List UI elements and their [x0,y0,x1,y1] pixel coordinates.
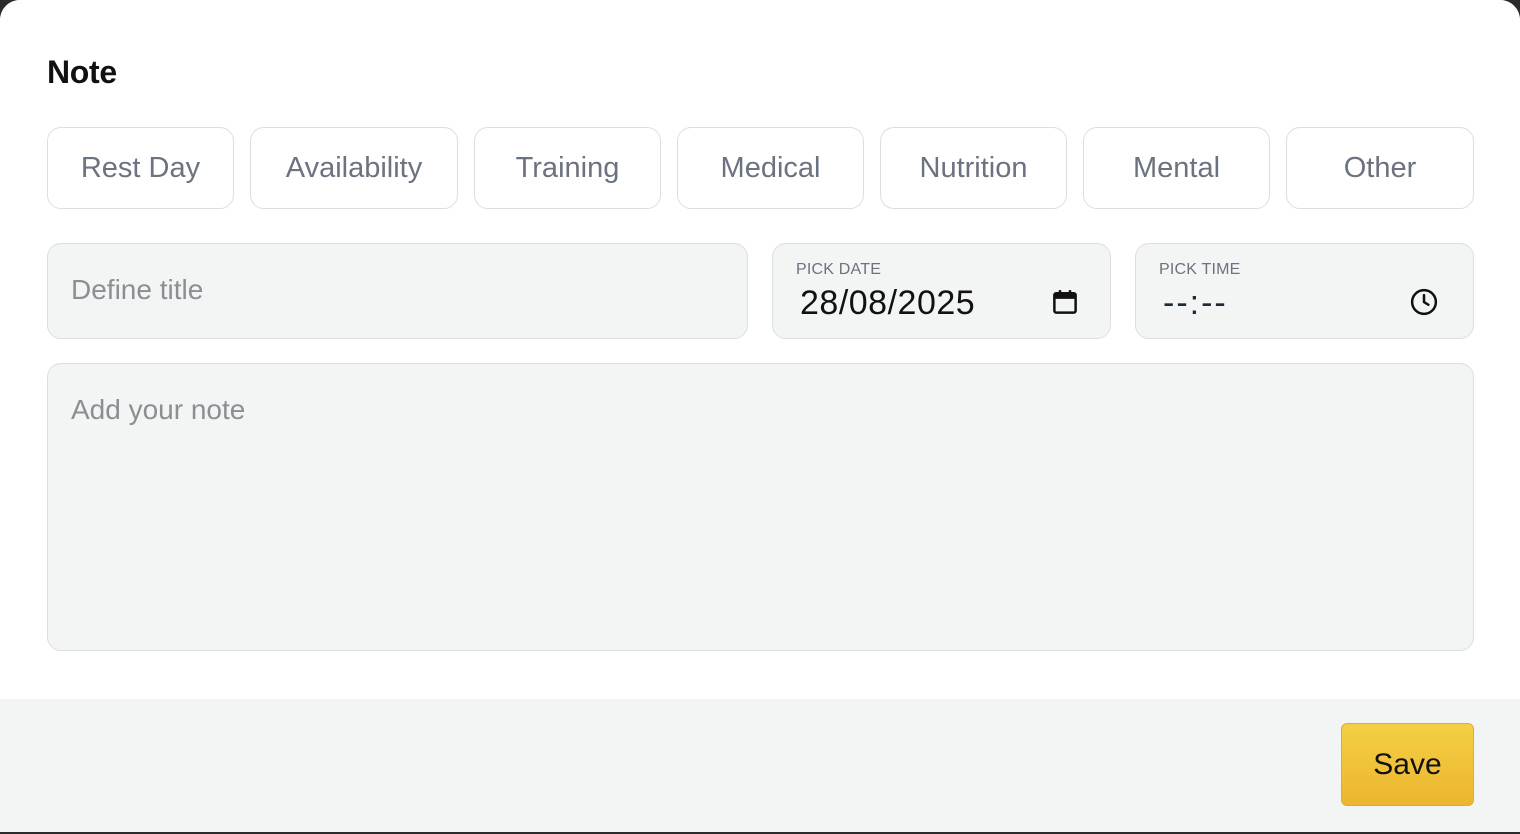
note-placeholder: Add your note [71,394,246,425]
chip-training[interactable]: Training [474,127,661,209]
date-picker[interactable]: PICK DATE 28/08/2025 [772,243,1111,339]
chip-other[interactable]: Other [1286,127,1474,209]
time-label: PICK TIME [1159,261,1241,278]
modal-footer: Save [0,699,1520,832]
time-value[interactable]: --:-- [1163,284,1228,323]
title-placeholder: Define title [71,274,204,305]
title-input[interactable]: Define title [47,243,748,339]
chip-rest-day[interactable]: Rest Day [47,127,234,209]
note-modal: Note Rest Day Availability Training Medi… [0,0,1520,832]
date-value[interactable]: 28/08/2025 [800,284,975,323]
calendar-icon[interactable] [1050,287,1080,317]
save-button[interactable]: Save [1341,723,1474,806]
note-textarea[interactable]: Add your note [47,363,1474,651]
chip-availability[interactable]: Availability [250,127,458,209]
time-picker[interactable]: PICK TIME --:-- [1135,243,1474,339]
date-label: PICK DATE [796,261,882,278]
modal-title: Note [47,54,117,90]
modal-body: Note Rest Day Availability Training Medi… [0,0,1520,699]
chip-medical[interactable]: Medical [677,127,864,209]
clock-icon[interactable] [1409,287,1439,317]
chip-mental[interactable]: Mental [1083,127,1270,209]
chip-nutrition[interactable]: Nutrition [880,127,1067,209]
